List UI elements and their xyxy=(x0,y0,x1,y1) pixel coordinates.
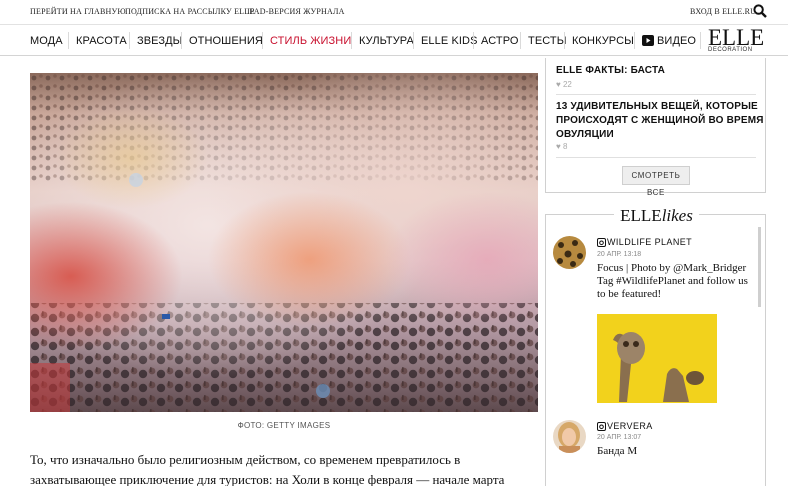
elle-likes-logo: ELLElikes xyxy=(546,206,767,226)
popular-article-title[interactable]: 13 УДИВИТЕЛЬНЫХ ВЕЩЕЙ, КОТОРЫЕ ПРОИСХОДЯ… xyxy=(556,100,764,142)
nav-contests[interactable]: КОНКУРСЫ xyxy=(572,35,634,47)
nav-video[interactable]: ВИДЕО xyxy=(657,35,696,47)
link-home[interactable]: ПЕРЕЙТИ НА ГЛАВНУЮ xyxy=(30,7,126,16)
instagram-icon xyxy=(597,238,606,247)
logo-sub: DECORATION xyxy=(708,47,753,53)
article-body: То, что изначально было религиозным дейс… xyxy=(30,450,538,486)
body-line-1: То, что изначально было религиозным дейс… xyxy=(30,452,461,467)
avatar[interactable] xyxy=(553,420,586,453)
post-username[interactable]: WILDLIFE PLANET xyxy=(607,237,692,247)
nav-stars[interactable]: ЗВЕЗДЫ xyxy=(137,35,183,47)
see-all-button[interactable]: СМОТРЕТЬ ВСЕ xyxy=(622,166,690,197)
heart-icon: ♥ xyxy=(556,142,561,151)
nav-moda[interactable]: МОДА xyxy=(30,35,63,47)
nav-beauty[interactable]: КРАСОТА xyxy=(76,35,127,47)
play-icon xyxy=(642,35,654,46)
elle-likes-card: ELLElikes WILDLIFE PLANET 20 АПР. 13:18 … xyxy=(545,206,766,486)
utility-bar: ПЕРЕЙТИ НА ГЛАВНУЮ ПОДПИСКА НА РАССЫЛКУ … xyxy=(0,0,788,22)
avatar[interactable] xyxy=(553,236,586,269)
post-image[interactable] xyxy=(597,314,717,403)
post-time: 20 АПР. 13:07 xyxy=(597,434,642,441)
post-text: Focus | Photo by @Mark_Bridger Tag #Wild… xyxy=(597,262,748,300)
main-nav: МОДА КРАСОТА ЗВЕЗДЫ ОТНОШЕНИЯ СТИЛЬ ЖИЗН… xyxy=(0,24,788,56)
photo-caption: ФОТО: GETTY IMAGES xyxy=(237,421,331,430)
scrollbar[interactable] xyxy=(758,227,761,307)
nav-astro[interactable]: АСТРО xyxy=(481,35,519,47)
nav-elle-kids[interactable]: ELLE KIDS xyxy=(421,35,478,47)
popular-articles-card: ELLE ФАКТЫ: БАСТА ♥ 22 13 УДИВИТЕЛЬНЫХ В… xyxy=(545,58,766,197)
post-time: 20 АПР. 13:18 xyxy=(597,251,642,258)
post-text: Банда М xyxy=(597,445,638,457)
popular-article-likes: ♥ 22 xyxy=(556,80,572,89)
login-link[interactable]: ВХОД В ELLE.RU xyxy=(690,7,756,16)
search-icon[interactable] xyxy=(753,4,767,18)
post-username[interactable]: VERVERA xyxy=(607,421,653,431)
instagram-icon xyxy=(597,422,606,431)
article-photo xyxy=(30,73,538,412)
elle-decoration-logo[interactable]: ELLE DECORATION xyxy=(708,25,765,54)
nav-lifestyle[interactable]: СТИЛЬ ЖИЗНИ xyxy=(270,35,351,47)
logo-word: ELLE xyxy=(708,25,765,50)
popular-article-likes: ♥ 8 xyxy=(556,142,568,151)
popular-article-title[interactable]: ELLE ФАКТЫ: БАСТА xyxy=(556,64,665,78)
link-subscribe[interactable]: ПОДПИСКА НА РАССЫЛКУ ELLE xyxy=(125,7,254,16)
heart-icon: ♥ xyxy=(556,80,561,89)
nav-relations[interactable]: ОТНОШЕНИЯ xyxy=(189,35,263,47)
body-line-2: захватывающее приключение для туристов: … xyxy=(30,472,505,486)
nav-culture[interactable]: КУЛЬТУРА xyxy=(359,35,414,47)
link-ipad[interactable]: IPAD-ВЕРСИЯ ЖУРНАЛА xyxy=(247,7,345,16)
nav-tests[interactable]: ТЕСТЫ xyxy=(528,35,567,47)
